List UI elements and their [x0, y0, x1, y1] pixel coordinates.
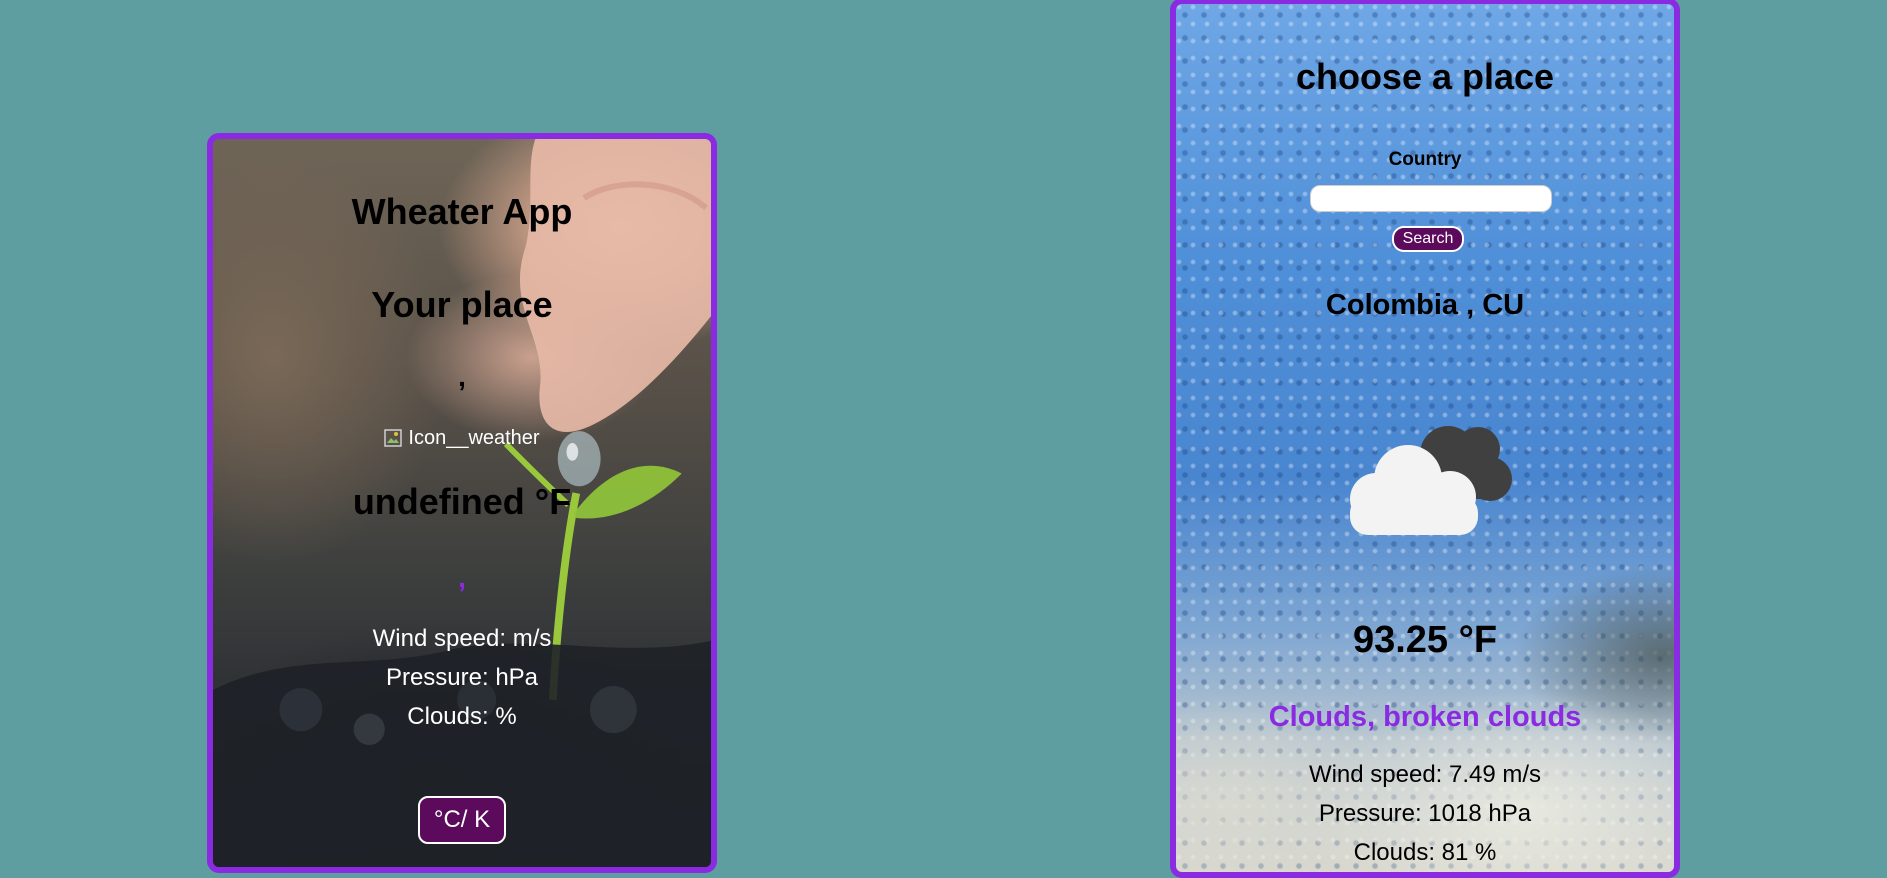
weather-icon-alt-text: Icon__weather: [408, 427, 540, 449]
country-label: Country: [1388, 149, 1462, 170]
pressure-text: Pressure: hPa: [385, 664, 539, 691]
location-text: ,: [458, 361, 466, 392]
place-heading: Your place: [371, 284, 553, 325]
temperature-text: 93.25 °F: [1352, 619, 1498, 661]
broken-clouds-icon: [1350, 426, 1512, 535]
location-text: Colombia , CU: [1325, 289, 1525, 321]
clouds-text: Clouds: 81 %: [1353, 839, 1497, 866]
choose-place-title: choose a place: [1295, 56, 1555, 97]
app-title: Wheater App: [351, 191, 573, 232]
your-place-card: Wheater App Your place , Icon__weather u…: [207, 133, 717, 873]
unit-toggle-button[interactable]: °C/ K: [418, 796, 506, 844]
weather-description: ,: [458, 562, 466, 593]
weather-description: Clouds, broken clouds: [1268, 701, 1582, 733]
choose-place-card: choose a place Country Search Colombia ,…: [1170, 0, 1680, 878]
country-input[interactable]: [1310, 185, 1552, 212]
search-button[interactable]: Search: [1392, 226, 1464, 252]
pressure-text: Pressure: 1018 hPa: [1318, 800, 1532, 827]
temperature-text: undefined °F: [352, 481, 572, 522]
wind-speed-text: Wind speed: m/s: [372, 625, 552, 652]
clouds-text: Clouds: %: [407, 703, 517, 730]
broken-image-icon: [384, 429, 403, 447]
weather-icon-broken-image: Icon__weather: [213, 427, 711, 450]
wind-speed-text: Wind speed: 7.49 m/s: [1308, 761, 1542, 788]
